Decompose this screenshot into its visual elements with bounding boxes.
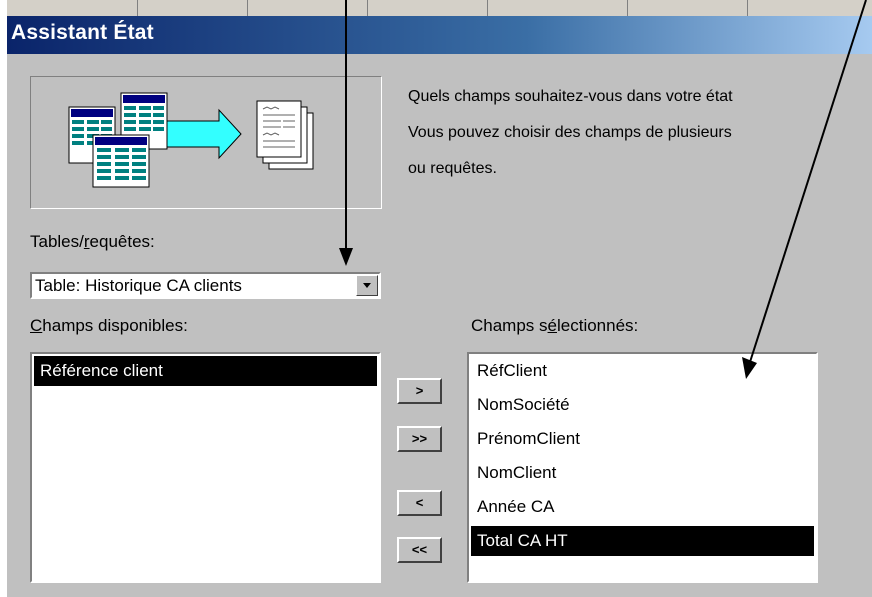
selected-label-post: lectionnés: <box>557 316 639 335</box>
list-item[interactable]: PrénomClient <box>471 424 814 454</box>
list-item[interactable]: Référence client <box>34 356 377 386</box>
intro-question: Quels champs souhaitez-vous dans votre é… <box>408 88 733 105</box>
remove-all-button[interactable]: << <box>397 537 442 563</box>
title-bar[interactable]: Assistant État <box>7 16 872 54</box>
list-item[interactable]: Total CA HT <box>471 526 814 556</box>
tables-label-post: equêtes: <box>89 232 155 251</box>
list-item[interactable]: NomSociété <box>471 390 814 420</box>
available-fields-list[interactable]: Référence client <box>30 352 381 583</box>
intro-explanation-cont: ou requêtes. <box>408 160 497 177</box>
selected-fields-label: Champs sélectionnés: <box>471 316 638 336</box>
list-item[interactable]: NomClient <box>471 458 814 488</box>
add-one-button[interactable]: > <box>397 378 442 404</box>
tables-combo[interactable]: Table: Historique CA clients <box>30 272 381 299</box>
window-title: Assistant État <box>11 21 154 44</box>
selected-label-key: é <box>547 316 557 335</box>
list-item[interactable]: RéfClient <box>471 356 814 386</box>
selected-fields-list[interactable]: RéfClient NomSociété PrénomClient NomCli… <box>467 352 818 583</box>
available-fields-label: Champs disponibles: <box>30 316 188 336</box>
background-window-strip <box>7 0 872 16</box>
add-all-button[interactable]: >> <box>397 426 442 452</box>
available-label-post: hamps disponibles: <box>42 316 188 335</box>
remove-one-button[interactable]: < <box>397 490 442 516</box>
table-to-report-icon <box>30 76 382 209</box>
tables-label-pre: Tables/ <box>30 232 84 251</box>
dropdown-arrow-icon[interactable] <box>356 275 378 296</box>
list-item[interactable]: Année CA <box>471 492 814 522</box>
tables-combo-value: Table: Historique CA clients <box>35 276 242 295</box>
available-label-key: C <box>30 316 43 335</box>
tables-label: Tables/requêtes: <box>30 232 155 252</box>
intro-explanation: Vous pouvez choisir des champs de plusie… <box>408 124 732 141</box>
selected-label-pre: Champs s <box>471 316 548 335</box>
